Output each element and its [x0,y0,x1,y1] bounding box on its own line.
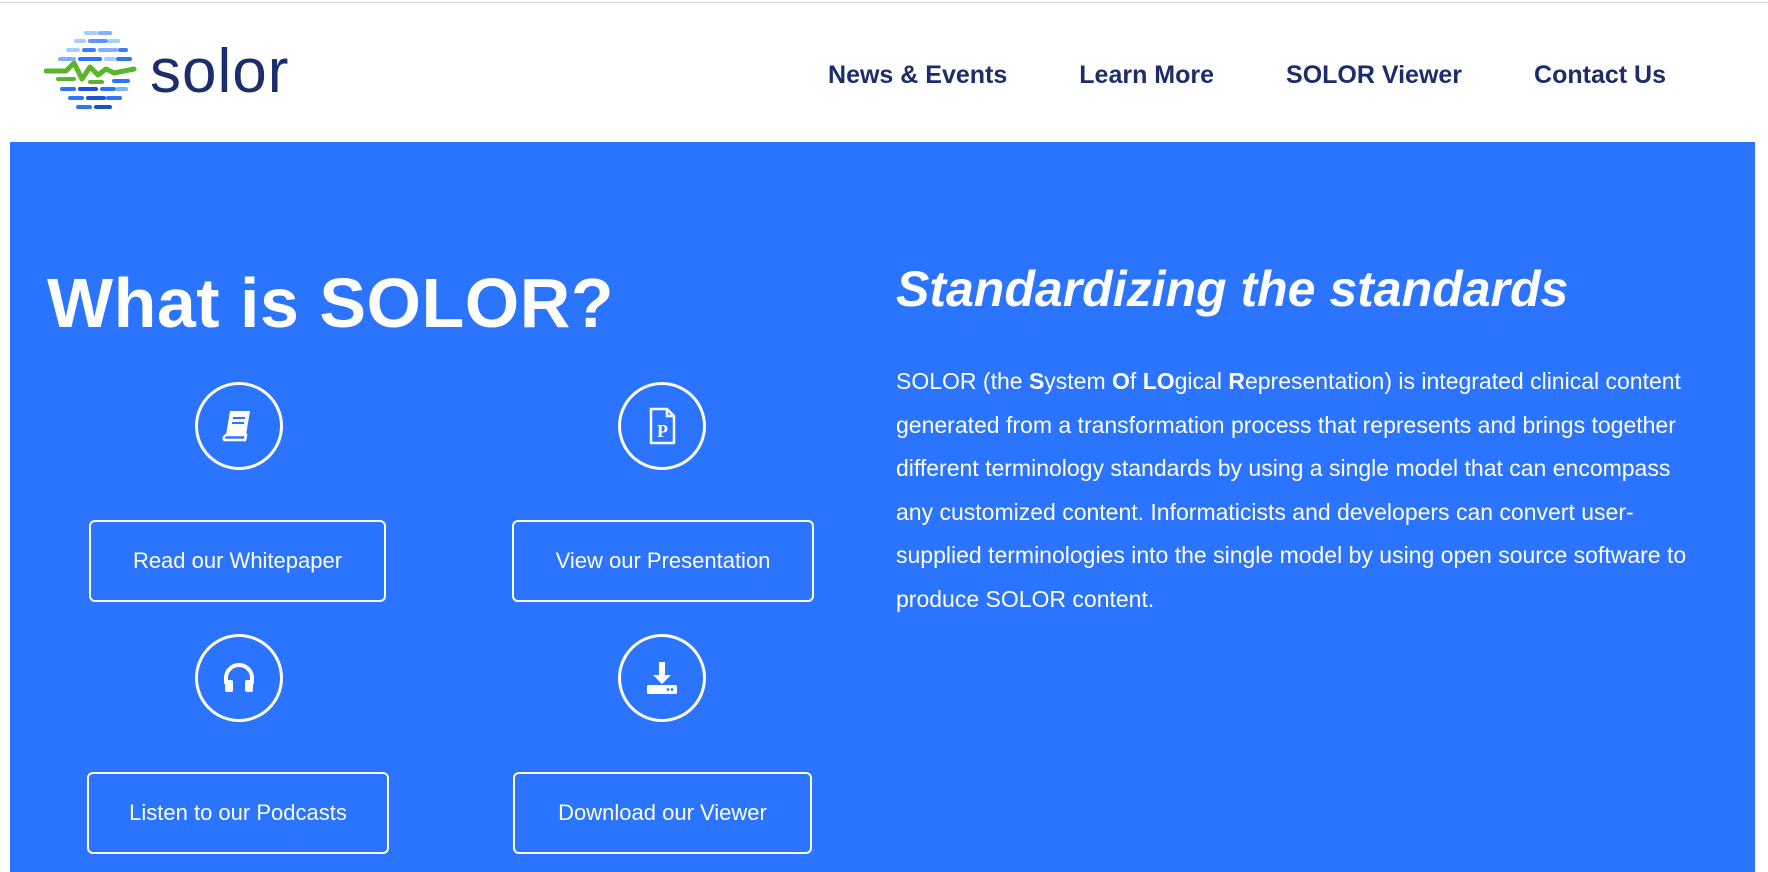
nav-solor-viewer[interactable]: SOLOR Viewer [1286,61,1462,90]
download-icon[interactable] [618,634,706,722]
read-whitepaper-button[interactable]: Read our Whitepaper [89,520,386,602]
main-nav: News & Events Learn More SOLOR Viewer Co… [756,61,1666,90]
nav-contact-us[interactable]: Contact Us [1534,61,1666,90]
book-icon[interactable] [195,382,283,470]
solor-logo[interactable]: solor [44,27,289,117]
presentation-file-icon[interactable]: P [618,382,706,470]
hero-section: What is SOLOR? Read our Whitepaper P Vie… [10,142,1755,872]
download-viewer-button[interactable]: Download our Viewer [513,772,812,854]
svg-text:P: P [657,421,668,441]
solor-globe-logo-icon [44,31,137,109]
nav-news-events[interactable]: News & Events [828,61,1007,90]
site-header: solor News & Events Learn More SOLOR Vie… [0,3,1768,142]
headphones-icon[interactable] [195,634,283,722]
hero-tagline: Standardizing the standards [896,261,1569,317]
listen-podcasts-button[interactable]: Listen to our Podcasts [87,772,389,854]
logo-wordmark: solor [150,37,290,106]
view-presentation-button[interactable]: View our Presentation [512,520,814,602]
nav-learn-more[interactable]: Learn More [1079,61,1214,90]
hero-description: SOLOR (the System Of LOgical Representat… [896,368,1687,612]
hero-title: What is SOLOR? [47,264,614,342]
